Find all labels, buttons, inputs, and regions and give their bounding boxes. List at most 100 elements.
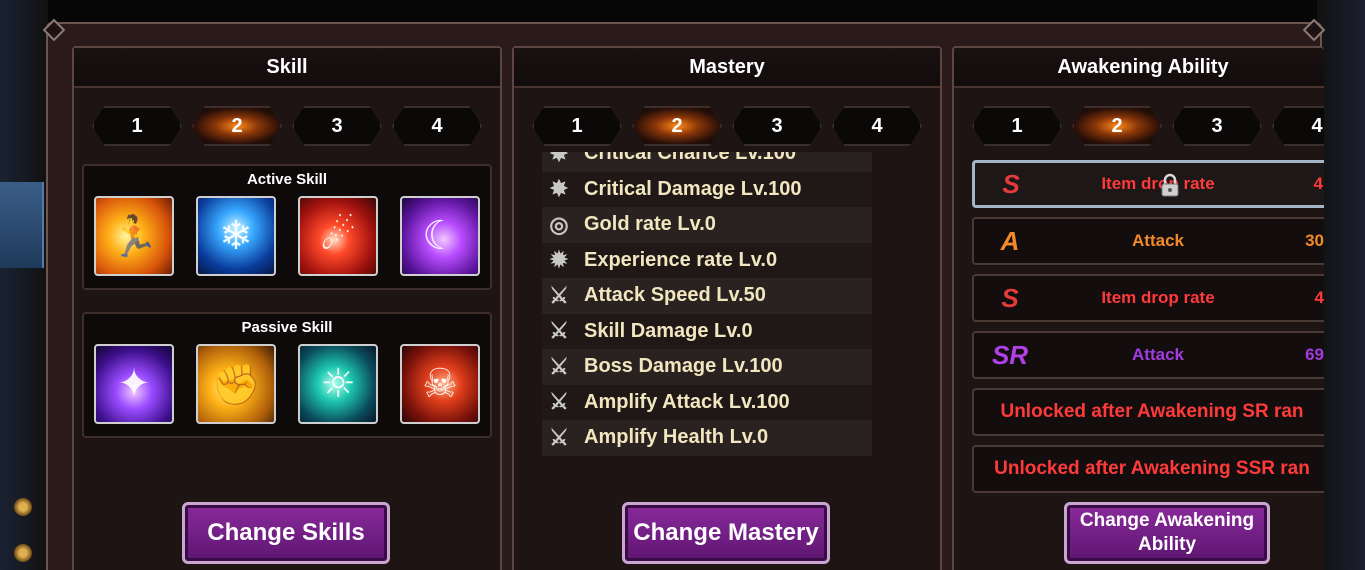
rank-badge: A	[1000, 225, 1020, 256]
skill-panel-title: Skill	[74, 48, 500, 88]
awakening-tab-4[interactable]: 4	[1272, 106, 1324, 146]
mastery-item-label: Experience rate Lv.0	[584, 248, 778, 271]
ability-value: 30	[1305, 231, 1324, 250]
ability-stat: Item drop rate	[1101, 288, 1215, 307]
active-skill-box: Active Skill 🏃 ❄ ☄ ☾	[82, 164, 492, 290]
change-mastery-button[interactable]: Change Mastery	[622, 502, 830, 564]
ability-stat: Item drop rate	[1101, 174, 1215, 193]
mastery-item-label: Critical Chance Lv.100	[584, 152, 796, 165]
mastery-item[interactable]: ⚔ Boss Damage Lv.100	[542, 349, 872, 385]
mastery-item[interactable]: ⚔ Amplify Health Lv.0	[542, 420, 872, 456]
mastery-item-label: Skill Damage Lv.0	[584, 319, 753, 342]
mastery-item[interactable]: ⚔ Skill Damage Lv.0	[542, 313, 872, 349]
passive-skill-icons: ✦ ✊ ☼ ☠	[94, 344, 490, 424]
ice-shard-icon: ❄	[219, 213, 253, 259]
background-tile	[0, 182, 44, 268]
active-skill-icons: 🏃 ❄ ☄ ☾	[94, 196, 490, 276]
left-background	[0, 0, 48, 570]
mastery-item-label: Critical Damage Lv.100	[584, 177, 802, 200]
mastery-item[interactable]: ✸ Critical Chance Lv.100	[542, 152, 872, 172]
skill-tab-2[interactable]: 2	[192, 106, 282, 146]
ability-value: 69	[1305, 345, 1324, 364]
fire-meteor-skill-icon[interactable]: ☄	[298, 196, 378, 276]
passive-skill-title: Passive Skill	[241, 319, 333, 336]
mastery-tab-2[interactable]: 2	[632, 106, 722, 146]
coin-icon	[14, 544, 32, 562]
awakening-ability-row[interactable]: SR Attack 69	[972, 331, 1324, 379]
mastery-item-label: Amplify Health Lv.0	[584, 426, 769, 449]
awakening-tab-2[interactable]: 2	[1072, 106, 1162, 146]
mastery-list[interactable]: ✸ Critical Chance Lv.100 ✸ Critical Dama…	[542, 152, 872, 460]
awakening-panel-title: Awakening Ability	[954, 48, 1324, 88]
mastery-item[interactable]: ⚔ Attack Speed Lv.50	[542, 278, 872, 314]
locked-row-text: Unlocked after Awakening SR ran	[1000, 401, 1304, 422]
mastery-item[interactable]: ✸ Critical Damage Lv.100	[542, 171, 872, 207]
coin-icon	[14, 498, 32, 516]
awakening-tab-3[interactable]: 3	[1172, 106, 1262, 146]
pillar-icon: ✦	[117, 361, 151, 407]
character-panel-frame: Skill 1 2 3 4 Active Skill 🏃 ❄ ☄ ☾ Passi…	[42, 18, 1326, 570]
locked-awakening-row[interactable]: Unlocked after Awakening SSR ran	[972, 445, 1324, 493]
crossed-swords-icon: ⚔	[549, 318, 569, 344]
mastery-item[interactable]: ◎ Gold rate Lv.0	[542, 207, 872, 243]
top-bar-background	[0, 0, 1365, 22]
awakening-ability-row[interactable]: S Item drop rate 4	[972, 160, 1324, 208]
mastery-tab-4[interactable]: 4	[832, 106, 922, 146]
lock-icon[interactable]	[1159, 173, 1181, 197]
ice-shard-skill-icon[interactable]: ❄	[196, 196, 276, 276]
spirit-wisp-skill-icon[interactable]: ☼	[298, 344, 378, 424]
passive-skill-box: Passive Skill ✦ ✊ ☼ ☠	[82, 312, 492, 438]
mastery-item-label: Attack Speed Lv.50	[584, 284, 766, 307]
skill-tab-4[interactable]: 4	[392, 106, 482, 146]
mastery-item[interactable]: ⚔ Amplify Attack Lv.100	[542, 384, 872, 420]
mastery-item-label: Gold rate Lv.0	[584, 213, 716, 236]
skill-tabs: 1 2 3 4	[92, 106, 482, 146]
crossed-swords-icon: ⚔	[549, 389, 569, 415]
skill-tab-3[interactable]: 3	[292, 106, 382, 146]
crossed-swords-icon: ⚔	[549, 353, 569, 379]
ability-stat: Attack	[1132, 231, 1184, 250]
change-awakening-ability-button[interactable]: Change Awakening Ability	[1064, 502, 1270, 564]
mastery-item[interactable]: ✹ Experience rate Lv.0	[542, 242, 872, 278]
awakening-ability-row[interactable]: S Item drop rate 4	[972, 274, 1324, 322]
awakening-ability-row[interactable]: A Attack 30	[972, 217, 1324, 265]
gear-badge-icon: ✹	[549, 247, 569, 273]
mastery-item-label: Boss Damage Lv.100	[584, 355, 783, 378]
awakening-tabs: 1 2 3 4	[972, 106, 1324, 146]
ability-value: 4	[1314, 288, 1324, 307]
active-skill-title: Active Skill	[246, 171, 328, 188]
mastery-tab-3[interactable]: 3	[732, 106, 822, 146]
crossed-swords-icon: ⚔	[549, 424, 569, 450]
skill-panel: Skill 1 2 3 4 Active Skill 🏃 ❄ ☄ ☾ Passi…	[72, 46, 502, 570]
golden-fist-skill-icon[interactable]: ✊	[196, 344, 276, 424]
awakening-panel: Awakening Ability 1 2 3 4 S Item drop ra…	[952, 46, 1324, 570]
fire-icon: ☄	[320, 213, 356, 259]
star-burst-icon: ✸	[549, 176, 569, 202]
running-figure-icon: 🏃	[109, 213, 159, 260]
arcane-pillar-skill-icon[interactable]: ✦	[94, 344, 174, 424]
fist-icon: ✊	[211, 361, 261, 408]
right-background	[1317, 0, 1365, 570]
rank-badge: S	[1002, 168, 1020, 199]
mastery-item-label: Amplify Attack Lv.100	[584, 390, 790, 413]
mastery-panel: Mastery 1 2 3 4 ✸ Critical Chance Lv.100…	[512, 46, 942, 570]
slash-icon: ☾	[422, 213, 458, 259]
star-burst-icon: ✸	[549, 152, 569, 166]
skull-icon: ☠	[422, 361, 458, 407]
locked-row-text: Unlocked after Awakening SSR ran	[994, 458, 1310, 479]
mastery-tab-1[interactable]: 1	[532, 106, 622, 146]
coin-icon: ◎	[549, 211, 569, 237]
locked-awakening-row[interactable]: Unlocked after Awakening SR ran	[972, 388, 1324, 436]
arcane-slash-skill-icon[interactable]: ☾	[400, 196, 480, 276]
skill-tab-1[interactable]: 1	[92, 106, 182, 146]
awakening-tab-1[interactable]: 1	[972, 106, 1062, 146]
change-skills-button[interactable]: Change Skills	[182, 502, 390, 564]
ability-value: 4	[1313, 174, 1323, 193]
rank-badge: S	[1001, 282, 1019, 313]
flame-skull-skill-icon[interactable]: ☠	[400, 344, 480, 424]
ghost-icon: ☼	[320, 361, 356, 407]
mastery-tabs: 1 2 3 4	[532, 106, 922, 146]
rank-badge: SR	[991, 339, 1029, 370]
dash-skill-icon[interactable]: 🏃	[94, 196, 174, 276]
ability-stat: Attack	[1132, 345, 1184, 364]
